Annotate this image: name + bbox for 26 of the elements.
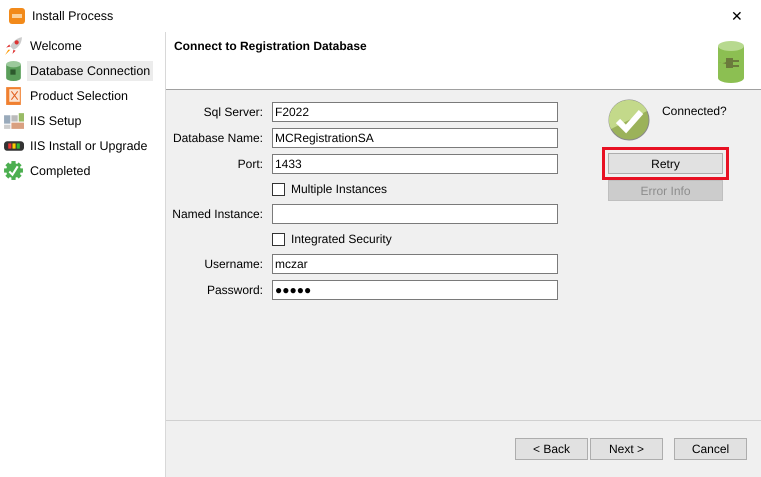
sidebar-item[interactable]: IIS Install or Upgrade bbox=[27, 136, 150, 156]
input-field[interactable]: MCRegistrationSA bbox=[272, 128, 558, 148]
field-label: Username: bbox=[203, 257, 263, 271]
sidebar-item[interactable]: Welcome bbox=[27, 36, 85, 56]
sidebar-item[interactable]: Database Connection bbox=[27, 60, 154, 80]
wizard-button[interactable]: < Back bbox=[515, 438, 588, 460]
input-field[interactable]: F2022 bbox=[272, 102, 558, 122]
field-label: Password: bbox=[206, 283, 263, 297]
wizard-button[interactable]: Cancel bbox=[674, 438, 747, 460]
page-title: Connect to Registration Database bbox=[174, 39, 367, 55]
field-label: Port: bbox=[236, 157, 263, 171]
field-label: Named Instance: bbox=[171, 207, 263, 221]
sidebar-item[interactable]: Product Selection bbox=[27, 86, 131, 106]
field-label: Database Name: bbox=[172, 131, 263, 145]
input-field[interactable]: ●●●●● bbox=[272, 280, 558, 300]
checkbox-label: Integrated Security bbox=[291, 232, 392, 246]
checkbox-label: Multiple Instances bbox=[291, 182, 388, 196]
sidebar-item[interactable]: IIS Setup bbox=[27, 110, 84, 130]
window-title: Install Process bbox=[32, 9, 114, 23]
close-button[interactable]: ✕ bbox=[717, 8, 757, 24]
input-field[interactable]: mczar bbox=[272, 254, 558, 274]
field-label: Sql Server: bbox=[202, 105, 263, 119]
sidebar-item[interactable]: Completed bbox=[27, 160, 94, 180]
wizard-button[interactable]: Next > bbox=[590, 438, 663, 460]
status-label: Connected? bbox=[662, 104, 727, 118]
input-field[interactable]: 1433 bbox=[272, 154, 558, 174]
